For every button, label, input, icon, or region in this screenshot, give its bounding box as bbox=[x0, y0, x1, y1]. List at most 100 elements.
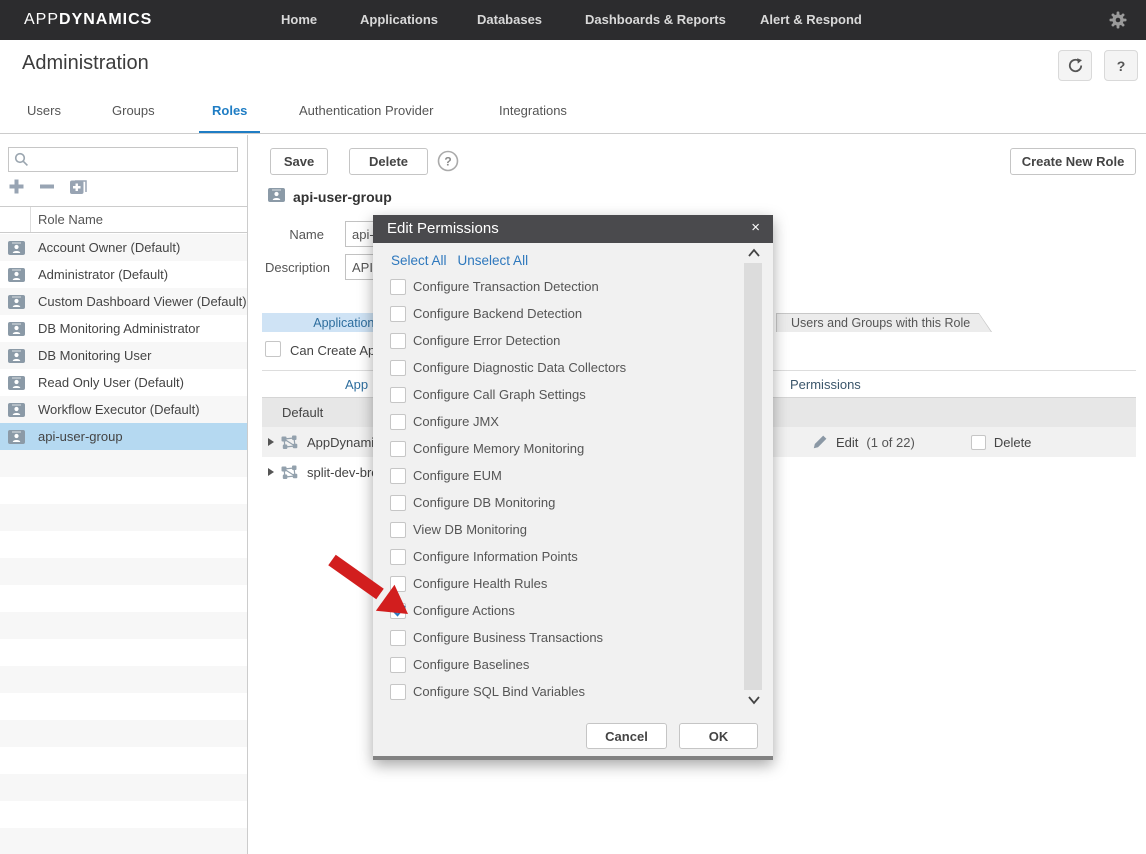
cancel-button[interactable]: Cancel bbox=[586, 723, 667, 749]
default-group-label: Default bbox=[282, 405, 323, 420]
remove-role-icon[interactable] bbox=[39, 178, 55, 195]
permission-item: Configure Information Points bbox=[373, 543, 745, 570]
permission-checkbox[interactable] bbox=[390, 576, 406, 592]
permission-label: Configure JMX bbox=[413, 414, 499, 429]
nav-item-dashboards-reports[interactable]: Dashboards & Reports bbox=[585, 12, 726, 27]
tab-groups[interactable]: Groups bbox=[99, 103, 168, 131]
logo-bold: DYNAMICS bbox=[59, 11, 152, 28]
close-icon[interactable]: × bbox=[751, 219, 760, 236]
search-input[interactable] bbox=[33, 149, 237, 170]
tab-users-groups-with-role[interactable]: Users and Groups with this Role bbox=[776, 313, 992, 332]
permission-checkbox[interactable] bbox=[390, 387, 406, 403]
can-create-label: Can Create App bbox=[290, 343, 383, 358]
scrollbar-thumb[interactable] bbox=[744, 263, 762, 690]
permission-item: Configure DB Monitoring bbox=[373, 489, 745, 516]
role-search[interactable] bbox=[8, 147, 238, 172]
tab-roles[interactable]: Roles bbox=[199, 103, 260, 134]
edit-pencil-icon[interactable] bbox=[812, 434, 828, 450]
permission-item: Configure Transaction Detection bbox=[373, 273, 745, 300]
permission-checkbox[interactable] bbox=[390, 684, 406, 700]
expand-arrow-icon[interactable] bbox=[268, 438, 274, 446]
permission-label: Configure Error Detection bbox=[413, 333, 560, 348]
permission-checkbox[interactable] bbox=[390, 603, 406, 619]
permission-checkbox[interactable] bbox=[390, 360, 406, 376]
unselect-all-link[interactable]: Unselect All bbox=[458, 253, 529, 268]
permission-label: Configure EUM bbox=[413, 468, 502, 483]
nav-item-databases[interactable]: Databases bbox=[477, 12, 542, 27]
permission-label: Configure Memory Monitoring bbox=[413, 441, 584, 456]
delete-permission-checkbox[interactable] bbox=[971, 435, 986, 450]
role-list-item[interactable]: Read Only User (Default) bbox=[0, 369, 247, 396]
permission-label: Configure Call Graph Settings bbox=[413, 387, 586, 402]
edit-permissions-modal: Edit Permissions × Select All Unselect A… bbox=[373, 215, 773, 760]
role-list-item[interactable]: Custom Dashboard Viewer (Default) bbox=[0, 288, 247, 315]
nav-item-applications[interactable]: Applications bbox=[360, 12, 438, 27]
add-role-icon[interactable] bbox=[8, 178, 25, 195]
scroll-up-icon[interactable] bbox=[747, 247, 761, 259]
select-all-link[interactable]: Select All bbox=[391, 253, 447, 268]
nav-item-home[interactable]: Home bbox=[281, 12, 317, 27]
permission-checkbox[interactable] bbox=[390, 657, 406, 673]
copy-role-icon[interactable] bbox=[69, 177, 89, 195]
edit-permissions-link[interactable]: Edit bbox=[836, 435, 858, 450]
permission-label: Configure Health Rules bbox=[413, 576, 547, 591]
permission-checkbox[interactable] bbox=[390, 522, 406, 538]
permission-checkbox[interactable] bbox=[390, 468, 406, 484]
roles-sidebar: Role Name Account Owner (Default) bbox=[0, 135, 248, 854]
permission-checkbox[interactable] bbox=[390, 333, 406, 349]
page-title: Administration bbox=[22, 52, 149, 75]
help-button[interactable]: ? bbox=[1104, 50, 1138, 81]
permission-checkbox[interactable] bbox=[390, 630, 406, 646]
permission-item: Configure Call Graph Settings bbox=[373, 381, 745, 408]
role-list-item[interactable]: DB Monitoring Administrator bbox=[0, 315, 247, 342]
scroll-down-icon[interactable] bbox=[747, 694, 761, 706]
role-help-icon[interactable]: ? bbox=[437, 150, 459, 172]
role-list-item[interactable]: Administrator (Default) bbox=[0, 261, 247, 288]
create-new-role-button[interactable]: Create New Role bbox=[1010, 148, 1136, 175]
permission-checkbox[interactable] bbox=[390, 441, 406, 457]
tab-users[interactable]: Users bbox=[14, 103, 74, 131]
role-list-item[interactable]: Workflow Executor (Default) bbox=[0, 396, 247, 423]
role-name: DB Monitoring Administrator bbox=[38, 321, 200, 336]
permission-item: Configure Backend Detection bbox=[373, 300, 745, 327]
role-list-item[interactable]: api-user-group bbox=[0, 423, 247, 450]
delete-button[interactable]: Delete bbox=[349, 148, 428, 175]
applications-column-header: App bbox=[345, 377, 368, 392]
can-create-checkbox[interactable] bbox=[265, 341, 281, 357]
gear-icon[interactable] bbox=[1108, 10, 1128, 30]
expand-arrow-icon[interactable] bbox=[268, 468, 274, 476]
tab-authentication-provider[interactable]: Authentication Provider bbox=[286, 103, 446, 131]
permission-checkbox[interactable] bbox=[390, 414, 406, 430]
role-list-item[interactable]: DB Monitoring User bbox=[0, 342, 247, 369]
save-button[interactable]: Save bbox=[270, 148, 328, 175]
role-list-actions bbox=[8, 177, 89, 195]
role-name: Read Only User (Default) bbox=[38, 375, 184, 390]
bulk-select-links: Select All Unselect All bbox=[391, 253, 528, 268]
nav-item-alert-respond[interactable]: Alert & Respond bbox=[760, 12, 862, 27]
permission-item: Configure Error Detection bbox=[373, 327, 745, 354]
permission-item: Configure Baselines bbox=[373, 651, 745, 678]
permission-checkbox[interactable] bbox=[390, 279, 406, 295]
permission-label: Configure Business Transactions bbox=[413, 630, 603, 645]
role-name: api-user-group bbox=[38, 429, 123, 444]
refresh-icon bbox=[1067, 57, 1084, 74]
ok-button[interactable]: OK bbox=[679, 723, 758, 749]
refresh-button[interactable] bbox=[1058, 50, 1092, 81]
permission-item: Configure Memory Monitoring bbox=[373, 435, 745, 462]
permission-edit-controls: Edit (1 of 22) Delete bbox=[812, 427, 1031, 457]
role-list-item[interactable]: Account Owner (Default) bbox=[0, 234, 247, 261]
permission-item: Configure Diagnostic Data Collectors bbox=[373, 354, 745, 381]
permission-item: Configure Business Transactions bbox=[373, 624, 745, 651]
tabbar-divider bbox=[0, 133, 1146, 134]
modal-header[interactable]: Edit Permissions × bbox=[373, 215, 773, 243]
tab-integrations[interactable]: Integrations bbox=[486, 103, 580, 131]
permission-checkbox[interactable] bbox=[390, 549, 406, 565]
permission-checkbox[interactable] bbox=[390, 306, 406, 322]
role-badge-icon bbox=[8, 349, 25, 363]
permission-checkbox[interactable] bbox=[390, 495, 406, 511]
role-badge-icon bbox=[8, 403, 25, 417]
appdynamics-logo[interactable]: APPDYNAMICS bbox=[24, 11, 152, 29]
permission-label: Configure Actions bbox=[413, 603, 515, 618]
role-title-text: api-user-group bbox=[293, 189, 392, 205]
role-badge-icon bbox=[8, 241, 25, 255]
